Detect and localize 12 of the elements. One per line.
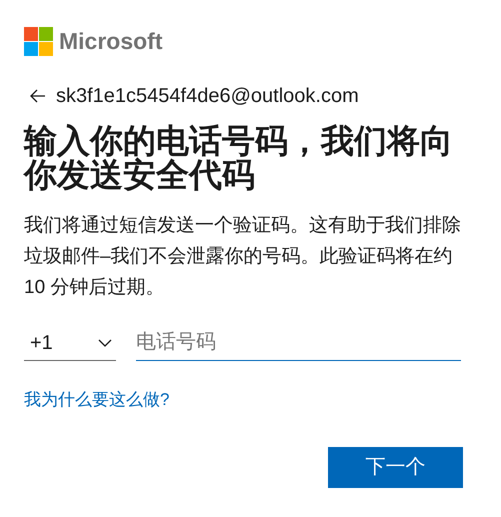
logo-icon <box>24 27 53 56</box>
back-button[interactable] <box>30 89 46 103</box>
back-arrow-icon <box>30 89 46 103</box>
help-link[interactable]: 我为什么要这么做? <box>24 387 170 412</box>
next-button[interactable]: 下一个 <box>328 446 463 488</box>
country-code-dropdown[interactable]: +1 <box>24 325 116 361</box>
page-title: 输入你的电话号码，我们将向你发送安全代码 <box>24 124 454 192</box>
account-email: sk3f1e1c5454f4de6@outlook.com <box>56 86 359 106</box>
description-text: 我们将通过短信发送一个验证码。这有助于我们排除垃圾邮件–我们不会泄露你的号码。此验证码将在约 10 分钟后过期。 <box>24 214 462 300</box>
chevron-down-icon <box>98 338 112 346</box>
logo-text: Microsoft <box>59 30 162 53</box>
phone-number-field[interactable]: 电话号码 <box>136 325 461 361</box>
